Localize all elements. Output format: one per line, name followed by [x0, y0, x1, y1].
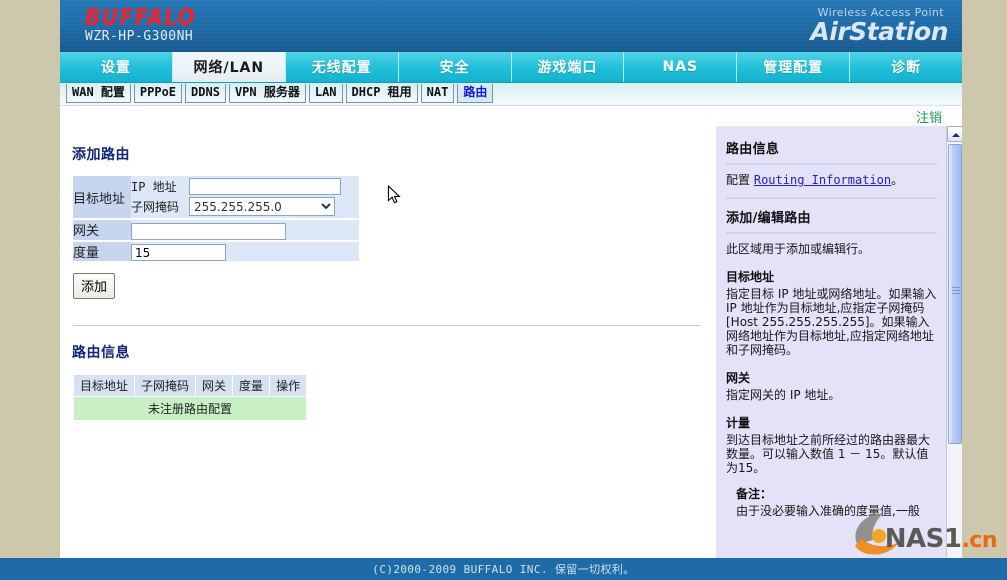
nav-tab-diagnostic[interactable]: 诊断: [850, 52, 962, 82]
form-field-metric: [131, 240, 359, 263]
product-banner: BUFFALO WZR-HP-G300NH Wireless Access Po…: [60, 0, 962, 52]
form-row-gateway: 网关: [73, 219, 359, 242]
nav-tab-wireless[interactable]: 无线配置: [286, 52, 399, 82]
nav-tab-security[interactable]: 安全: [399, 52, 512, 82]
scrollbar-grip-icon: [952, 287, 960, 294]
destination-ip-label: IP 地址: [131, 180, 177, 194]
help-routing-info-title: 路由信息: [726, 142, 780, 157]
page-body: 添加路由 目标地址 IP 地址 子网掩码 255.255.255.0 网关 度量…: [60, 126, 962, 578]
subnav-tab-dhcp-lease[interactable]: DHCP 租用: [345, 84, 418, 103]
help-routing-info-text: 配置 Routing Information。: [726, 173, 937, 187]
help-destination-text: 指定目标 IP 地址或网络地址。如果输入 IP 地址作为目标地址,应指定子网掩码…: [726, 287, 937, 357]
subnav-tab-lan[interactable]: LAN: [308, 84, 343, 103]
form-label-gateway: 网关: [73, 219, 131, 242]
help-note-text: 由于没必要输入准确的度量值,一般: [736, 504, 920, 518]
logout-strip: 注销: [60, 106, 962, 126]
form-label-metric: 度量: [73, 240, 131, 263]
content-column: 添加路由 目标地址 IP 地址 子网掩码 255.255.255.0 网关 度量…: [60, 126, 712, 421]
destination-ip-input[interactable]: [189, 178, 341, 195]
form-row-destination: 目标地址 IP 地址 子网掩码 255.255.255.0: [73, 176, 359, 220]
help-note-block: 备注： 由于没必要输入准确的度量值,一般: [736, 485, 937, 518]
help-rule-3: [726, 232, 937, 234]
add-route-title: 添加路由: [72, 147, 130, 163]
help-gateway-text: 指定网关的 IP 地址。: [726, 388, 841, 402]
help-rule-2: [726, 197, 937, 199]
destination-subnet-mask-select[interactable]: 255.255.255.0: [189, 197, 335, 216]
screenshot-root: BUFFALO WZR-HP-G300NH Wireless Access Po…: [0, 0, 1007, 580]
scroll-up-arrow-icon[interactable]: [947, 126, 962, 142]
routing-information-link[interactable]: Routing Information: [754, 173, 891, 187]
help-rule-1: [726, 163, 937, 165]
column-header-gateway: 网关: [196, 375, 233, 396]
routing-info-empty-message: 未注册路由配置: [74, 397, 307, 420]
column-header-subnet-mask: 子网掩码: [135, 375, 196, 396]
column-header-destination: 目标地址: [74, 375, 135, 396]
subnav-tab-wan-config[interactable]: WAN 配置: [66, 84, 131, 103]
add-route-form: 目标地址 IP 地址 子网掩码 255.255.255.0 网关 度量 15: [73, 176, 359, 263]
nav-tab-settings[interactable]: 设置: [60, 52, 173, 82]
form-field-gateway: [131, 219, 359, 242]
help-add-edit-text: 此区域用于添加或编辑行。: [726, 242, 871, 256]
add-route-submit-button[interactable]: 添加: [73, 273, 116, 299]
content-divider: [73, 325, 700, 326]
column-header-metric: 度量: [233, 375, 270, 396]
nav-tab-nas[interactable]: NAS: [624, 52, 738, 82]
form-label-destination: 目标地址: [73, 176, 131, 220]
logout-link[interactable]: 注销: [916, 107, 942, 126]
form-row-metric: 度量: [73, 240, 359, 263]
routing-info-title: 路由信息: [72, 345, 130, 361]
copyright-text: (C)2000-2009 BUFFALO INC. 保留一切权利。: [372, 563, 635, 576]
help-config-suffix: 。: [891, 173, 904, 187]
routing-info-table: 目标地址 子网掩码 网关 度量 操作 未注册路由配置: [73, 374, 307, 421]
gateway-input[interactable]: [131, 222, 286, 240]
column-header-operation: 操作: [270, 375, 307, 396]
watermark-suffix: .cn: [961, 528, 997, 553]
help-panel: 路由信息 配置 Routing Information。 添加/编辑路由 此区域…: [715, 126, 962, 578]
destination-mask-row: 子网掩码 255.255.255.0: [131, 197, 359, 216]
destination-mask-label: 子网掩码: [131, 200, 180, 214]
buffalo-logo: BUFFALO: [85, 3, 197, 31]
metric-input[interactable]: [131, 244, 226, 261]
airstation-logo: AirStation: [810, 17, 948, 46]
help-add-edit-title: 添加/编辑路由: [726, 211, 811, 226]
help-metric-text: 到达目标地址之前所经过的路由器最大数量。可以输入数值 1 － 15。默认值为15…: [726, 433, 931, 475]
subnav-tab-vpn-server[interactable]: VPN 服务器: [228, 84, 306, 103]
subnav-tab-nat[interactable]: NAT: [420, 84, 455, 103]
nav-tab-game-port[interactable]: 游戏端口: [512, 52, 625, 82]
scrollbar-thumb[interactable]: [948, 144, 962, 444]
table-row: 未注册路由配置: [74, 397, 307, 420]
help-destination-title: 目标地址: [726, 270, 775, 284]
help-panel-scrollbar[interactable]: [946, 126, 962, 578]
nav-tab-admin[interactable]: 管理配置: [737, 52, 851, 82]
browser-page: BUFFALO WZR-HP-G300NH Wireless Access Po…: [60, 0, 962, 580]
sub-navigation: WAN 配置 PPPoE DDNS VPN 服务器 LAN DHCP 租用 NA…: [60, 83, 962, 106]
subnav-tab-ddns[interactable]: DDNS: [185, 84, 226, 103]
page-footer: (C)2000-2009 BUFFALO INC. 保留一切权利。: [0, 558, 1007, 580]
model-name: WZR-HP-G300NH: [85, 29, 194, 44]
help-gateway-title: 网关: [726, 371, 751, 385]
main-navigation: 设置 网络/LAN 无线配置 安全 游戏端口 NAS 管理配置 诊断: [60, 52, 962, 83]
subnav-tab-route[interactable]: 路由: [457, 84, 494, 103]
table-header-row: 目标地址 子网掩码 网关 度量 操作: [74, 375, 307, 396]
help-metric-title: 计量: [726, 416, 751, 430]
help-panel-content: 路由信息 配置 Routing Information。 添加/编辑路由 此区域…: [716, 126, 945, 528]
form-field-destination: IP 地址 子网掩码 255.255.255.0: [131, 176, 359, 220]
subnav-tab-pppoe[interactable]: PPPoE: [133, 84, 183, 103]
nav-tab-network-lan[interactable]: 网络/LAN: [172, 52, 286, 82]
help-config-prefix: 配置: [726, 173, 751, 187]
help-note-title: 备注：: [736, 487, 773, 501]
destination-ip-row: IP 地址: [131, 178, 359, 195]
